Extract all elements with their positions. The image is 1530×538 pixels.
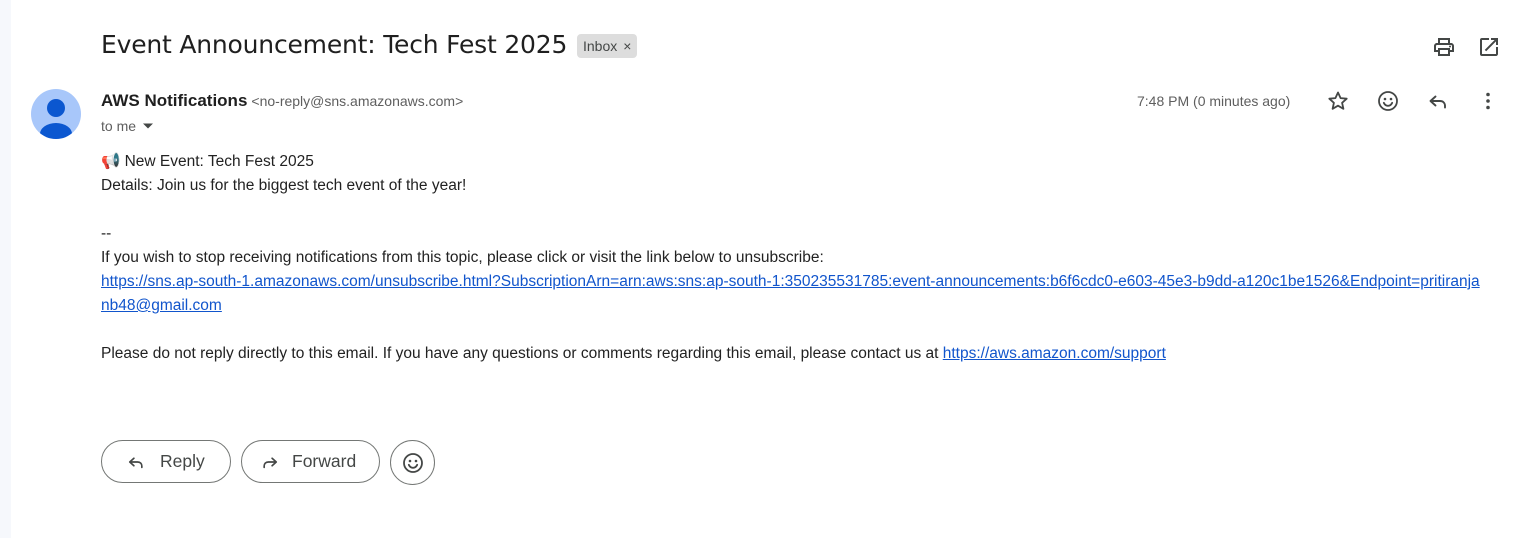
recipient-details[interactable]: to me <box>101 118 154 134</box>
inbox-label-chip[interactable]: Inbox × <box>577 34 638 58</box>
reply-icon[interactable] <box>1426 89 1450 113</box>
emoji-icon <box>402 452 423 473</box>
more-options-icon[interactable] <box>1476 89 1500 113</box>
sender-email: <no-reply@sns.amazonaws.com> <box>251 93 464 109</box>
body-separator: -- <box>101 225 112 242</box>
unsubscribe-text: If you wish to stop receiving notificati… <box>101 249 824 266</box>
reply-button-label: Reply <box>160 451 205 471</box>
forward-icon <box>263 456 278 468</box>
left-sidebar-edge <box>0 0 11 538</box>
remove-label-icon[interactable]: × <box>623 38 631 54</box>
chevron-down-icon[interactable] <box>142 120 154 132</box>
recipient-text: to me <box>101 118 137 134</box>
emoji-reaction-icon[interactable] <box>1376 89 1400 113</box>
label-text: Inbox <box>583 38 618 54</box>
contact-text: Please do not reply directly to this ema… <box>101 345 943 362</box>
sender-line: AWS Notifications <no-reply@sns.amazonaws… <box>101 91 463 111</box>
forward-button-label: Forward <box>292 451 357 471</box>
emoji-reaction-button[interactable] <box>390 440 435 485</box>
sender-avatar[interactable] <box>31 89 81 139</box>
body-line-details: Details: Join us for the biggest tech ev… <box>101 177 467 194</box>
support-link[interactable]: https://aws.amazon.com/support <box>943 345 1166 362</box>
unsubscribe-link[interactable]: https://sns.ap-south-1.amazonaws.com/uns… <box>101 273 1480 314</box>
email-body: 📢 New Event: Tech Fest 2025 Details: Joi… <box>101 150 1481 366</box>
person-icon <box>40 99 72 139</box>
contact-paragraph: Please do not reply directly to this ema… <box>101 342 1481 366</box>
message-timestamp: 7:48 PM (0 minutes ago) <box>1137 93 1291 109</box>
reply-icon <box>128 456 143 468</box>
email-subject: Event Announcement: Tech Fest 2025 <box>101 30 568 59</box>
body-line-event: 📢 New Event: Tech Fest 2025 <box>101 153 314 170</box>
open-in-new-window-icon[interactable] <box>1477 35 1501 59</box>
forward-button[interactable]: Forward <box>241 440 380 483</box>
sender-name[interactable]: AWS Notifications <box>101 91 247 110</box>
star-icon[interactable] <box>1326 89 1350 113</box>
print-icon[interactable] <box>1432 35 1456 59</box>
reply-button[interactable]: Reply <box>101 440 231 483</box>
